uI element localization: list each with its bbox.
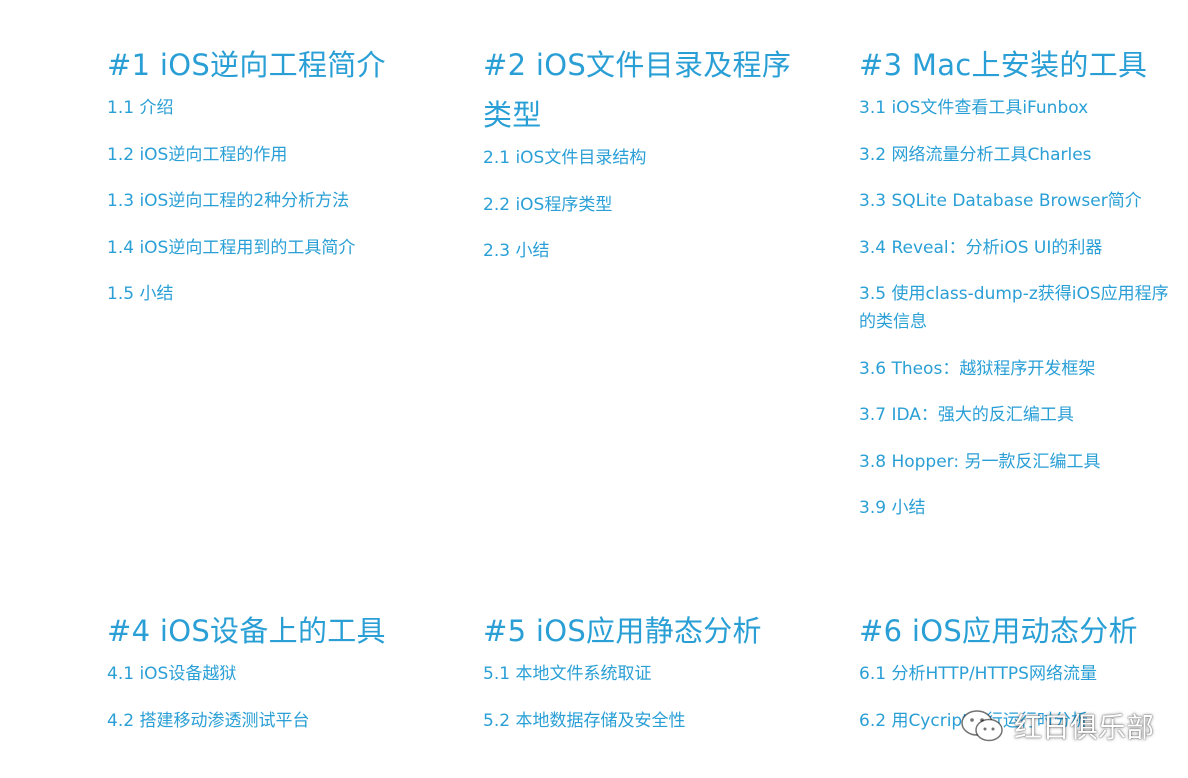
- toc-link[interactable]: 4.1 iOS设备越狱: [107, 660, 437, 688]
- toc-link[interactable]: 3.4 Reveal：分析iOS UI的利器: [859, 234, 1171, 262]
- toc-link[interactable]: 3.3 SQLite Database Browser简介: [859, 187, 1171, 215]
- toc-link[interactable]: 3.6 Theos：越狱程序开发框架: [859, 355, 1171, 383]
- toc-link[interactable]: 1.3 iOS逆向工程的2种分析方法: [107, 187, 437, 215]
- wechat-icon: [961, 710, 1003, 742]
- section-item-list: 3.1 iOS文件查看工具iFunbox 3.2 网络流量分析工具Charles…: [859, 94, 1171, 522]
- toc-link[interactable]: 1.5 小结: [107, 280, 437, 308]
- toc-link[interactable]: 1.2 iOS逆向工程的作用: [107, 141, 437, 169]
- section-item-list: 1.1 介绍 1.2 iOS逆向工程的作用 1.3 iOS逆向工程的2种分析方法…: [107, 94, 437, 308]
- toc-link[interactable]: 3.7 IDA：强大的反汇编工具: [859, 401, 1171, 429]
- section-3: #3 Mac上安装的工具 3.1 iOS文件查看工具iFunbox 3.2 网络…: [859, 40, 1171, 541]
- toc-link[interactable]: 4.2 搭建移动渗透测试平台: [107, 707, 437, 733]
- section-4: #4 iOS设备上的工具 4.1 iOS设备越狱 4.2 搭建移动渗透测试平台: [107, 606, 437, 732]
- section-1: #1 iOS逆向工程简介 1.1 介绍 1.2 iOS逆向工程的作用 1.3 i…: [107, 40, 437, 327]
- toc-link[interactable]: 2.3 小结: [483, 237, 793, 265]
- section-title: #4 iOS设备上的工具: [107, 614, 386, 648]
- toc-link[interactable]: 3.2 网络流量分析工具Charles: [859, 141, 1171, 169]
- toc-link[interactable]: 3.1 iOS文件查看工具iFunbox: [859, 94, 1171, 122]
- toc-link[interactable]: 6.1 分析HTTP/HTTPS网络流量: [859, 660, 1179, 688]
- section-title: #1 iOS逆向工程简介: [107, 48, 386, 82]
- section-item-list: 4.1 iOS设备越狱 4.2 搭建移动渗透测试平台: [107, 660, 437, 732]
- toc-link[interactable]: 1.1 介绍: [107, 94, 437, 122]
- watermark-text: 红日俱乐部: [1014, 711, 1155, 744]
- section-2: #2 iOS文件目录及程序类型 2.1 iOS文件目录结构 2.2 iOS程序类…: [483, 40, 793, 284]
- watermark: 红日俱乐部: [960, 704, 1154, 748]
- toc-link[interactable]: 3.5 使用class-dump-z获得iOS应用程序的类信息: [859, 280, 1171, 336]
- toc-link[interactable]: 3.8 Hopper: 另一款反汇编工具: [859, 448, 1171, 476]
- section-title: #6 iOS应用动态分析: [859, 614, 1138, 648]
- toc-link[interactable]: 2.1 iOS文件目录结构: [483, 144, 793, 172]
- section-title: #2 iOS文件目录及程序类型: [483, 48, 792, 132]
- toc-link[interactable]: 5.2 本地数据存储及安全性: [483, 707, 813, 733]
- section-item-list: 5.1 本地文件系统取证 5.2 本地数据存储及安全性: [483, 660, 813, 732]
- toc-link[interactable]: 5.1 本地文件系统取证: [483, 660, 813, 688]
- toc-link[interactable]: 1.4 iOS逆向工程用到的工具简介: [107, 234, 437, 262]
- section-title: #5 iOS应用静态分析: [483, 614, 762, 648]
- section-title: #3 Mac上安装的工具: [859, 48, 1148, 82]
- toc-link[interactable]: 3.9 小结: [859, 494, 1171, 522]
- toc-page: #1 iOS逆向工程简介 1.1 介绍 1.2 iOS逆向工程的作用 1.3 i…: [0, 0, 1188, 732]
- section-item-list: 2.1 iOS文件目录结构 2.2 iOS程序类型 2.3 小结: [483, 144, 793, 265]
- toc-link[interactable]: 2.2 iOS程序类型: [483, 191, 793, 219]
- section-5: #5 iOS应用静态分析 5.1 本地文件系统取证 5.2 本地数据存储及安全性: [483, 606, 813, 732]
